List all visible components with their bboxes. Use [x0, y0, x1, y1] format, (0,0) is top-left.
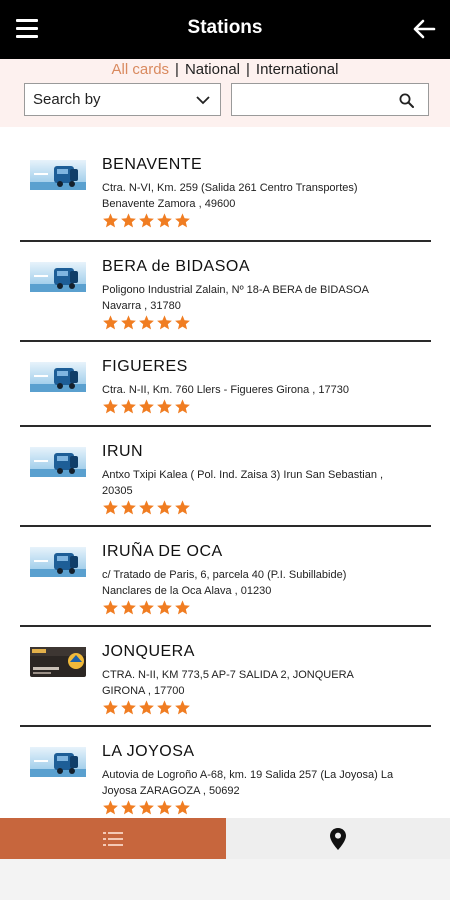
star-icon [103, 315, 118, 330]
rating-stars [102, 499, 192, 519]
star-icon [175, 800, 190, 815]
star-icon [157, 500, 172, 515]
star-icon [139, 700, 154, 715]
search-icon[interactable] [399, 93, 414, 108]
station-list-item[interactable]: IRUN Antxo Txipi Kalea ( Pol. Ind. Zaisa … [20, 427, 431, 527]
truck-station-thumbnail [30, 362, 86, 392]
list-icon [103, 832, 123, 846]
star-icon [121, 800, 136, 815]
rating-stars [102, 799, 192, 818]
search-by-select[interactable]: Search by [24, 83, 221, 116]
star-icon [157, 399, 172, 414]
search-input[interactable] [238, 88, 388, 112]
card-type-tabs: All cards | National | International [0, 61, 450, 78]
star-icon [175, 700, 190, 715]
star-icon [157, 700, 172, 715]
station-address-line1: c/ Tratado de Paris, 6, parcela 40 (P.I.… [102, 569, 347, 581]
station-name: FIGUERES [102, 358, 188, 375]
star-icon [121, 500, 136, 515]
map-view-button[interactable] [226, 818, 450, 859]
star-icon [103, 213, 118, 228]
station-address-line2: Benavente Zamora , 49600 [102, 198, 236, 210]
station-address-line1: Poligono Industrial Zalain, Nº 18-A BERA… [102, 284, 369, 296]
station-name: BERA de BIDASOA [102, 258, 251, 275]
arrow-left-icon[interactable] [412, 18, 436, 40]
star-icon [175, 600, 190, 615]
star-icon [175, 500, 190, 515]
station-list-item[interactable]: BERA de BIDASOA Poligono Industrial Zalai… [20, 242, 431, 342]
star-icon [121, 700, 136, 715]
list-view-button[interactable] [0, 818, 226, 859]
star-icon [157, 800, 172, 815]
rating-stars [102, 699, 192, 719]
station-name: BENAVENTE [102, 156, 203, 173]
rating-stars [102, 398, 192, 418]
truck-station-thumbnail [30, 747, 86, 777]
station-address-line2: Navarra , 31780 [102, 300, 181, 312]
station-address-line2: GIRONA , 17700 [102, 685, 185, 697]
star-icon [139, 500, 154, 515]
map-pin-icon [330, 828, 346, 850]
tab-separator: | [175, 61, 179, 78]
star-icon [175, 315, 190, 330]
filter-bar: All cards | National | International Search … [0, 59, 450, 127]
station-name: IRUÑA DE OCA [102, 543, 223, 560]
star-icon [103, 399, 118, 414]
top-app-bar: Stations [0, 0, 450, 59]
station-list-item[interactable]: FIGUERES Ctra. N-II, Km. 760 Llers - Figu… [20, 342, 431, 427]
star-icon [139, 600, 154, 615]
rating-stars [102, 212, 192, 232]
star-icon [103, 700, 118, 715]
station-address-line1: Autovia de Logroño A-68, km. 19 Salida 2… [102, 769, 394, 781]
star-icon [157, 213, 172, 228]
star-icon [103, 500, 118, 515]
star-icon [157, 315, 172, 330]
station-address-line2: Nanclares de la Oca Alava , 01230 [102, 585, 272, 597]
star-icon [139, 399, 154, 414]
star-icon [139, 213, 154, 228]
station-list-item[interactable]: IRUÑA DE OCA c/ Tratado de Paris, 6, parc… [20, 527, 431, 627]
rating-stars [102, 314, 192, 334]
star-icon [175, 399, 190, 414]
tab-separator: | [246, 61, 250, 78]
star-icon [139, 800, 154, 815]
truck-station-thumbnail [30, 547, 86, 577]
truck-station-thumbnail [30, 262, 86, 292]
station-address-line2: 20305 [102, 485, 133, 497]
bottom-nav [0, 818, 450, 859]
truck-station-thumbnail [30, 447, 86, 477]
star-icon [103, 800, 118, 815]
star-icon [103, 600, 118, 615]
station-list: BENAVENTE Ctra. N-VI, Km. 259 (Salida 261… [20, 140, 431, 818]
truck-station-thumbnail [30, 160, 86, 190]
station-name: IRUN [102, 443, 144, 460]
station-address-line2: Joyosa ZARAGOZA , 50692 [102, 785, 240, 797]
chevron-down-icon [196, 96, 210, 105]
station-list-item[interactable]: LA JOYOSA Autovia de Logroño A-68, km. 19… [20, 727, 431, 818]
rating-stars [102, 599, 192, 619]
fuel-card-thumbnail [30, 647, 86, 677]
search-box [231, 83, 429, 116]
station-address-line1: Antxo Txipi Kalea ( Pol. Ind. Zaisa 3) I… [102, 469, 384, 481]
star-icon [157, 600, 172, 615]
star-icon [121, 399, 136, 414]
system-nav-strip [0, 859, 450, 900]
star-icon [175, 213, 190, 228]
star-icon [139, 315, 154, 330]
station-address-line1: Ctra. N-VI, Km. 259 (Salida 261 Centro T… [102, 182, 358, 194]
station-list-item[interactable]: BENAVENTE Ctra. N-VI, Km. 259 (Salida 261… [20, 140, 431, 242]
station-list-item[interactable]: JONQUERA CTRA. N-II, KM 773,5 AP-7 SALIDA… [20, 627, 431, 727]
search-by-label: Search by [33, 91, 101, 108]
page-title: Stations [187, 17, 263, 38]
tab-national[interactable]: National [185, 61, 240, 78]
station-address-line1: CTRA. N-II, KM 773,5 AP-7 SALIDA 2, JONQ… [102, 669, 354, 681]
station-address-line1: Ctra. N-II, Km. 760 Llers - Figueres Gir… [102, 384, 349, 396]
star-icon [121, 600, 136, 615]
star-icon [121, 315, 136, 330]
tab-all-cards[interactable]: All cards [112, 61, 170, 78]
station-name: LA JOYOSA [102, 743, 195, 760]
tab-international[interactable]: International [256, 61, 339, 78]
star-icon [121, 213, 136, 228]
station-name: JONQUERA [102, 643, 195, 660]
